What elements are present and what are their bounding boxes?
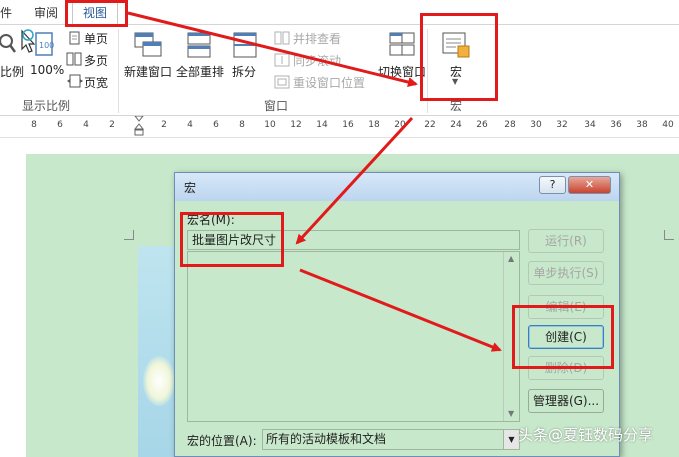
- annotation-arrows: [127, 11, 502, 352]
- watermark: 头条@夏钰数码分享: [518, 426, 654, 444]
